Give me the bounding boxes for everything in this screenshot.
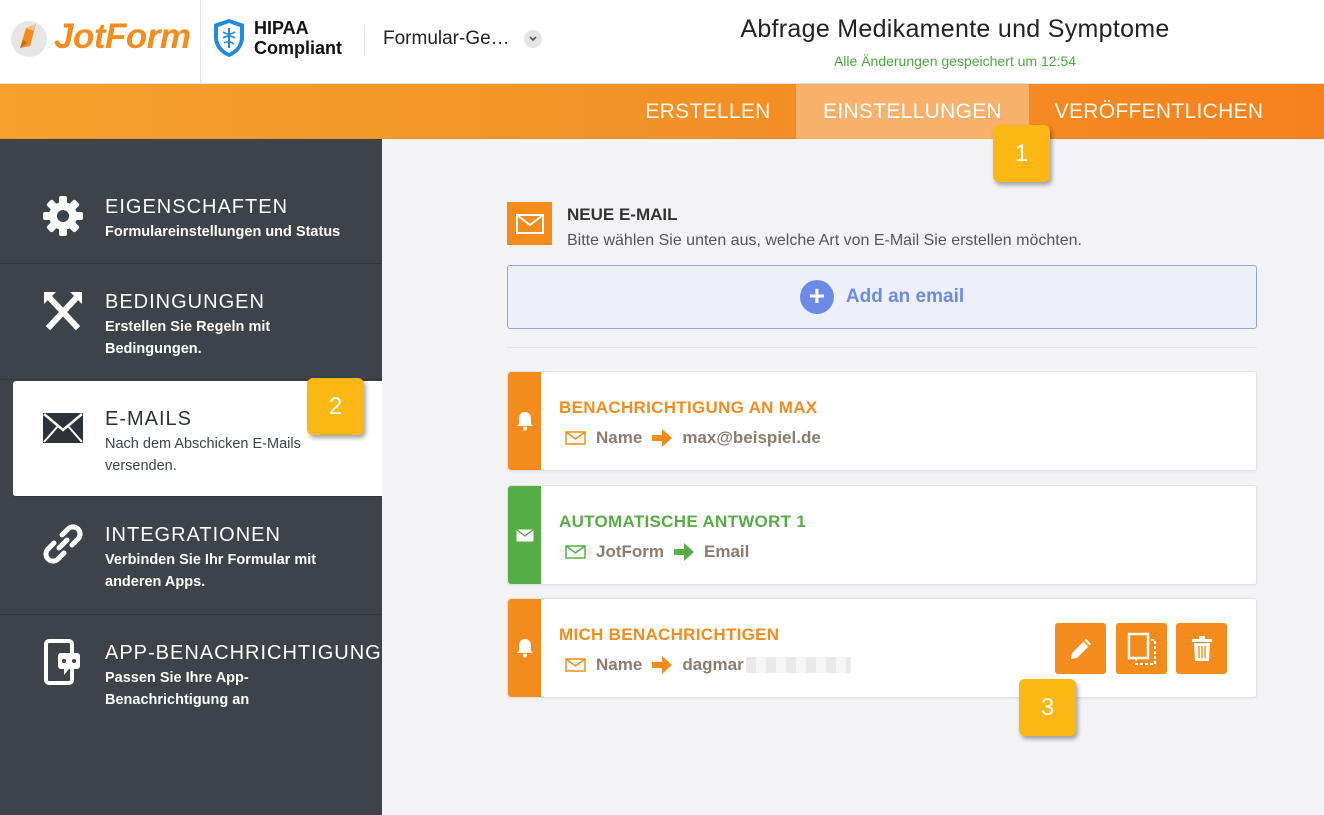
email-from: Name — [596, 428, 643, 447]
step-callout: 1 — [993, 125, 1050, 182]
sidebar-item-integrationen[interactable]: INTEGRATIONEN Verbinden Sie Ihr Formular… — [0, 497, 382, 615]
form-title: Abfrage Medikamente und Symptome — [740, 15, 1170, 43]
sidebar-item-title: INTEGRATIONEN — [105, 524, 281, 546]
email-from: JotForm — [596, 542, 664, 561]
sidebar-item-app-benachrichtigung[interactable]: APP-BENACHRICHTIGUNG Passen Sie Ihre App… — [0, 615, 382, 731]
bell-icon — [508, 599, 541, 697]
email-to: max@beispiel.de — [682, 428, 821, 447]
envelope-icon — [507, 202, 552, 245]
email-route: Name max@beispiel.de — [565, 428, 821, 448]
settings-sidebar: EIGENSCHAFTEN Formulareinstellungen und … — [0, 139, 382, 815]
plus-icon: + — [799, 280, 834, 314]
chevron-down-icon[interactable] — [523, 30, 542, 48]
email-to: Email — [704, 542, 750, 561]
jotform-logo[interactable]: JotForm — [8, 16, 191, 58]
link-icon — [42, 523, 84, 565]
envelope-icon — [565, 658, 586, 672]
sidebar-item-desc: Passen Sie Ihre App-Benachrichtigung an — [105, 670, 250, 708]
hipaa-line2: Compliant — [254, 38, 342, 58]
tab-veroeffentlichen[interactable]: VERÖFFENTLICHEN — [1029, 84, 1289, 139]
clone-button[interactable] — [1116, 623, 1167, 674]
add-email-button[interactable]: + Add an email — [507, 265, 1257, 329]
email-card-autoresponder[interactable]: AUTOMATISCHE ANTWORT 1 JotForm Email — [507, 485, 1257, 585]
email-title: BENACHRICHTIGUNG AN MAX — [559, 398, 818, 417]
envelope-icon — [565, 545, 586, 559]
email-route: Name dagmar — [565, 655, 851, 675]
bell-icon — [508, 372, 541, 470]
envelope-icon — [508, 486, 541, 584]
gear-icon — [42, 195, 84, 237]
delete-button[interactable] — [1176, 623, 1227, 674]
sidebar-item-bedingungen[interactable]: BEDINGUNGEN Erstellen Sie Regeln mit Bed… — [0, 264, 382, 380]
sidebar-item-title: E-MAILS — [105, 408, 193, 430]
arrow-right-icon — [652, 429, 673, 447]
hipaa-line1: HIPAA — [254, 18, 309, 38]
edit-icon — [1070, 638, 1091, 659]
tab-erstellen[interactable]: ERSTELLEN — [620, 84, 796, 139]
sidebar-item-desc: Erstellen Sie Regeln mit Bedingungen. — [105, 319, 271, 357]
email-card-notification[interactable]: MICH BENACHRICHTIGEN Name dagmar — [507, 598, 1257, 698]
new-email-subtitle: Bitte wählen Sie unten aus, welche Art v… — [567, 232, 1082, 249]
redacted-text — [745, 657, 851, 673]
envelope-icon — [42, 407, 84, 449]
arrow-right-icon — [674, 543, 694, 561]
pencil-logo-icon — [8, 16, 50, 58]
sidebar-item-desc: Formulareinstellungen und Status — [105, 224, 341, 240]
clone-icon — [1127, 632, 1156, 665]
sidebar-item-title: BEDINGUNGEN — [105, 291, 265, 313]
email-route: JotForm Email — [565, 542, 749, 562]
sidebar-item-title: EIGENSCHAFTEN — [105, 196, 289, 218]
sidebar-item-desc: Nach dem Abschicken E-Mails versenden. — [105, 436, 301, 474]
sidebar-item-title: APP-BENACHRICHTIGUNG — [105, 642, 382, 664]
mobile-notification-icon — [42, 639, 84, 685]
email-to: dagmar — [682, 655, 744, 674]
email-card-notification[interactable]: BENACHRICHTIGUNG AN MAX Name max@beispie… — [507, 371, 1257, 471]
hipaa-badge: HIPAA Compliant — [212, 18, 342, 58]
conditions-icon — [42, 290, 84, 332]
new-email-title: NEUE E-MAIL — [567, 205, 678, 224]
shield-icon — [214, 19, 244, 57]
arrow-right-icon — [652, 656, 673, 674]
form-selector-label: Formular-Ge… — [383, 28, 510, 49]
step-callout: 2 — [307, 378, 364, 435]
edit-button[interactable] — [1055, 623, 1106, 674]
main-nav: ERSTELLEN EINSTELLUNGEN VERÖFFENTLICHEN — [0, 84, 1324, 139]
header-divider — [200, 0, 201, 84]
logo-text: JotForm — [54, 17, 191, 56]
header-divider — [364, 26, 365, 56]
form-selector[interactable]: Formular-Ge… — [383, 28, 542, 50]
save-status: Alle Änderungen gespeichert um 12:54 — [833, 53, 1077, 69]
sidebar-item-desc: Verbinden Sie Ihr Formular mit anderen A… — [105, 552, 317, 590]
step-callout: 3 — [1019, 679, 1076, 736]
email-title: MICH BENACHRICHTIGEN — [559, 625, 780, 644]
sidebar-item-eigenschaften[interactable]: EIGENSCHAFTEN Formulareinstellungen und … — [0, 139, 382, 264]
email-title: AUTOMATISCHE ANTWORT 1 — [559, 512, 807, 531]
add-email-label: Add an email — [845, 286, 965, 307]
email-from: Name — [596, 655, 643, 674]
envelope-icon — [565, 431, 586, 445]
delete-icon — [1191, 635, 1212, 661]
app-header: JotForm HIPAA Compliant Formular-Ge… Abf… — [0, 0, 1324, 84]
section-divider — [507, 347, 1257, 348]
